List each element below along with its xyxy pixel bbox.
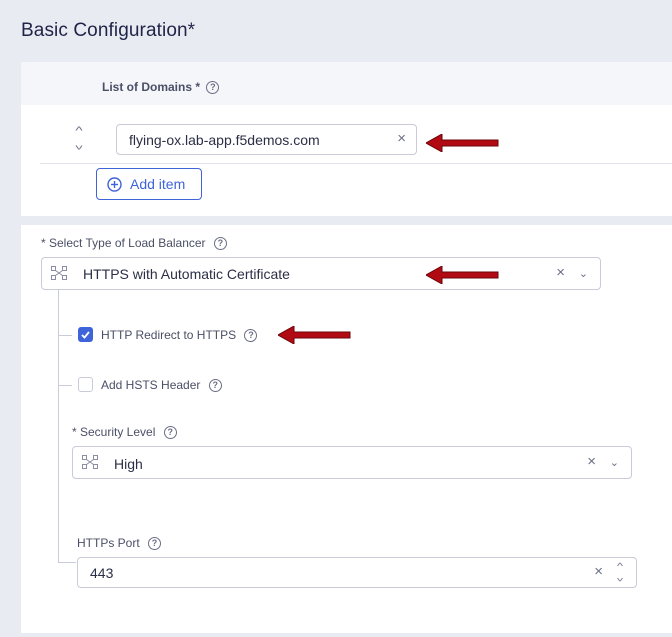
http-redirect-label: HTTP Redirect to HTTPS ? xyxy=(101,328,258,343)
http-redirect-label-text: HTTP Redirect to HTTPS xyxy=(101,328,237,342)
tree-branch xyxy=(58,562,76,563)
row-divider xyxy=(40,163,672,164)
https-port-value: 443 xyxy=(90,565,114,581)
number-stepper[interactable]: ^ ^ xyxy=(615,561,625,583)
domains-label: List of Domains * ? xyxy=(102,80,220,95)
network-nodes-icon xyxy=(82,455,98,469)
load-balancer-label: * Select Type of Load Balancer ? xyxy=(41,236,227,251)
help-icon[interactable]: ? xyxy=(148,537,162,551)
network-nodes-icon xyxy=(51,266,67,280)
check-icon xyxy=(81,331,90,339)
hsts-label-text: Add HSTS Header xyxy=(101,378,201,392)
annotation-arrow xyxy=(426,134,499,152)
tree-branch xyxy=(58,335,72,336)
security-level-select[interactable]: High × ⌄ xyxy=(72,446,632,479)
required-mark: * xyxy=(187,20,196,41)
add-item-label: Add item xyxy=(130,176,186,192)
chevron-down-icon[interactable]: ⌄ xyxy=(610,456,619,469)
https-port-input[interactable]: 443 × ^ ^ xyxy=(77,557,637,588)
chevron-down-icon[interactable]: ⌄ xyxy=(579,267,588,280)
http-redirect-checkbox[interactable] xyxy=(78,327,93,342)
domain-input[interactable]: flying-ox.lab-app.f5demos.com × xyxy=(116,124,417,155)
hsts-label: Add HSTS Header ? xyxy=(101,378,222,393)
help-icon[interactable]: ? xyxy=(208,379,222,393)
load-balancer-label-text: * Select Type of Load Balancer xyxy=(41,236,206,250)
help-icon[interactable]: ? xyxy=(244,329,258,343)
sort-arrows-icon[interactable]: ^ ^ xyxy=(72,124,86,152)
security-level-label: * Security Level ? xyxy=(72,425,177,440)
tree-branch xyxy=(58,385,72,386)
stepper-down-icon[interactable]: ^ xyxy=(613,572,627,583)
help-icon[interactable]: ? xyxy=(163,426,177,440)
tree-line xyxy=(58,290,59,562)
close-icon[interactable]: × xyxy=(556,264,565,281)
close-icon[interactable]: × xyxy=(587,453,596,470)
add-item-button[interactable]: Add item xyxy=(96,168,202,200)
security-level-label-text: * Security Level xyxy=(72,425,156,439)
domain-value: flying-ox.lab-app.f5demos.com xyxy=(129,132,320,148)
load-balancer-select[interactable]: HTTPS with Automatic Certificate × ⌄ xyxy=(41,257,601,290)
security-level-value: High xyxy=(114,456,143,472)
domains-label-text: List of Domains * xyxy=(102,80,201,94)
close-icon[interactable]: × xyxy=(594,563,603,580)
annotation-arrow xyxy=(278,326,351,344)
help-icon[interactable]: ? xyxy=(206,81,220,95)
plus-circle-icon xyxy=(107,177,122,192)
section-title: Basic Configuration* xyxy=(21,20,195,42)
load-balancer-value: HTTPS with Automatic Certificate xyxy=(83,266,290,282)
annotation-arrow xyxy=(426,266,499,284)
https-port-label-text: HTTPs Port xyxy=(77,536,140,550)
close-icon[interactable]: × xyxy=(397,130,406,147)
section-title-text: Basic Configuration xyxy=(21,20,188,41)
stepper-up-icon[interactable]: ^ xyxy=(613,561,627,572)
hsts-checkbox[interactable] xyxy=(78,377,93,392)
help-icon[interactable]: ? xyxy=(213,237,227,251)
https-port-label: HTTPs Port ? xyxy=(77,536,162,551)
